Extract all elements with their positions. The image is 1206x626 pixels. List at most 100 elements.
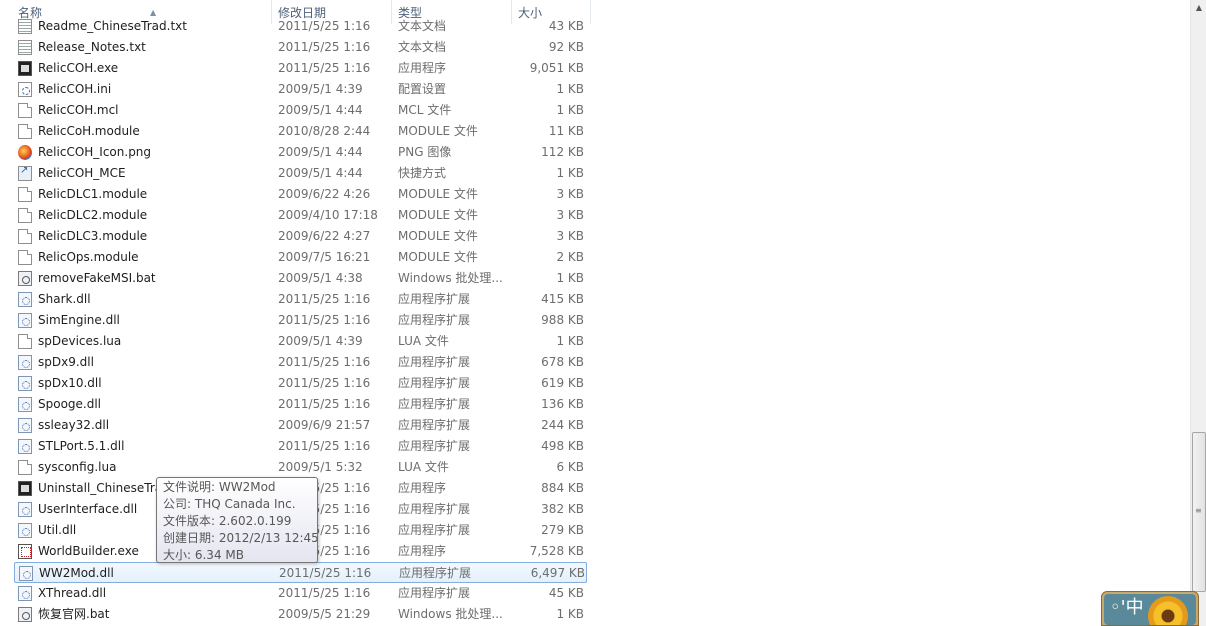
file-type: 应用程序扩展 (398, 397, 471, 411)
file-date: 2009/6/22 4:27 (278, 229, 371, 243)
exe-icon (18, 61, 32, 76)
file-date: 2011/5/25 1:16 (278, 19, 371, 33)
ime-mode-icon: ◦' (1110, 597, 1126, 618)
file-row[interactable]: STLPort.5.1.dll 2011/5/25 1:16 应用程序扩展 498 K… (14, 436, 587, 457)
file-row[interactable]: RelicCOH.mcl 2009/5/1 4:44 MCL 文件 1 KB (14, 100, 587, 121)
blank-file-icon (18, 124, 32, 139)
file-type: MODULE 文件 (398, 229, 478, 243)
file-size: 1 KB (556, 82, 584, 96)
file-row[interactable]: RelicOps.module 2009/7/5 16:21 MODULE 文件 2 … (14, 247, 587, 268)
file-size: 1 KB (556, 166, 584, 180)
dll-icon (18, 376, 32, 391)
file-type: 应用程序扩展 (398, 418, 471, 432)
file-date: 2009/7/5 16:21 (278, 250, 371, 264)
file-info-tooltip: 文件说明: WW2Mod 公司: THQ Canada Inc. 文件版本: 2… (156, 477, 319, 563)
dll-icon (18, 502, 32, 517)
batch-file-icon (18, 271, 32, 286)
file-date: 2011/5/25 1:16 (278, 61, 371, 75)
file-type: 应用程序 (398, 481, 447, 495)
file-date: 2011/5/25 1:16 (278, 313, 371, 327)
file-row[interactable]: 恢复官网.bat 2009/5/5 21:29 Windows 批处理... 1 KB (14, 604, 587, 625)
dll-icon (18, 292, 32, 307)
file-name: sysconfig.lua (38, 460, 117, 474)
file-date: 2011/5/25 1:16 (278, 586, 371, 600)
file-row[interactable]: sysconfig.lua 2009/5/1 5:32 LUA 文件 6 KB (14, 457, 587, 478)
shortcut-icon (18, 165, 32, 181)
file-size: 1 KB (556, 271, 584, 285)
file-row[interactable]: removeFakeMSI.bat 2009/5/1 4:38 Windows 批处… (14, 268, 587, 289)
file-row[interactable]: ssleay32.dll 2009/6/9 21:57 应用程序扩展 244 KB (14, 415, 587, 436)
file-type: LUA 文件 (398, 460, 449, 474)
file-row[interactable]: Readme_ChineseTrad.txt 2011/5/25 1:16 文本文档… (14, 16, 587, 37)
blank-file-icon (18, 250, 32, 265)
file-type: 文本文档 (398, 19, 447, 33)
file-size: 92 KB (548, 40, 584, 54)
file-name: spDevices.lua (38, 334, 122, 348)
file-size: 1 KB (556, 607, 584, 621)
file-date: 2009/5/5 21:29 (278, 607, 371, 621)
file-size: 3 KB (556, 229, 584, 243)
file-type: 应用程序扩展 (398, 586, 471, 600)
file-name: RelicCoH.module (38, 124, 140, 138)
file-date: 2011/5/25 1:16 (278, 397, 371, 411)
file-date: 2009/6/22 4:26 (278, 187, 371, 201)
file-row[interactable]: RelicCOH_Icon.png 2009/5/1 4:44 PNG 图像 112 … (14, 142, 587, 163)
blank-file-icon (18, 229, 32, 244)
tooltip-version: 文件版本: 2.602.0.199 (163, 514, 292, 528)
file-row[interactable]: RelicDLC2.module 2009/4/10 17:18 MODULE 文件… (14, 205, 587, 226)
file-row[interactable]: spDx10.dll 2011/5/25 1:16 应用程序扩展 619 KB (14, 373, 587, 394)
vertical-scrollbar[interactable]: ▲ ≡ (1190, 0, 1206, 626)
tooltip-created: 创建日期: 2012/2/13 12:45 (163, 531, 319, 545)
blank-file-icon (18, 460, 32, 475)
file-row[interactable]: WW2Mod.dll 2011/5/25 1:16 应用程序扩展 6,497 KB (14, 562, 587, 583)
file-size: 382 KB (541, 502, 584, 516)
file-type: PNG 图像 (398, 145, 452, 159)
file-name: spDx10.dll (38, 376, 102, 390)
dll-icon (18, 586, 32, 601)
file-size: 988 KB (541, 313, 584, 327)
file-row[interactable]: Release_Notes.txt 2011/5/25 1:16 文本文档 92 KB (14, 37, 587, 58)
scrollbar-grip-icon: ≡ (1195, 506, 1202, 515)
file-row[interactable]: Shark.dll 2011/5/25 1:16 应用程序扩展 415 KB (14, 289, 587, 310)
config-file-icon (18, 82, 32, 97)
file-row[interactable]: RelicCOH_MCE 2009/5/1 4:44 快捷方式 1 KB (14, 163, 587, 184)
file-date: 2009/5/1 4:44 (278, 145, 363, 159)
ime-language-bar[interactable]: ◦'中 (1101, 591, 1199, 626)
file-name: Release_Notes.txt (38, 40, 146, 54)
file-type: MODULE 文件 (398, 187, 478, 201)
file-row[interactable]: RelicCoH.module 2010/8/28 2:44 MODULE 文件 11… (14, 121, 587, 142)
file-name: RelicDLC2.module (38, 208, 148, 222)
file-size: 3 KB (556, 187, 584, 201)
file-size: 498 KB (541, 439, 584, 453)
file-name: removeFakeMSI.bat (38, 271, 156, 285)
blank-file-icon (18, 187, 32, 202)
file-name: Util.dll (38, 523, 77, 537)
file-date: 2009/6/9 21:57 (278, 418, 371, 432)
file-name: RelicOps.module (38, 250, 139, 264)
file-row[interactable]: RelicDLC3.module 2009/6/22 4:27 MODULE 文件 3… (14, 226, 587, 247)
file-row[interactable]: spDevices.lua 2009/5/1 4:39 LUA 文件 1 KB (14, 331, 587, 352)
file-size: 244 KB (541, 418, 584, 432)
file-date: 2011/5/25 1:16 (279, 566, 372, 580)
batch-file-icon (18, 607, 32, 622)
file-type: 快捷方式 (398, 166, 447, 180)
file-type: MODULE 文件 (398, 250, 478, 264)
file-date: 2009/5/1 4:38 (278, 271, 363, 285)
file-type: 应用程序 (398, 544, 447, 558)
ime-mode-label[interactable]: ◦'中 (1110, 598, 1144, 618)
file-row[interactable]: SimEngine.dll 2011/5/25 1:16 应用程序扩展 988 KB (14, 310, 587, 331)
file-size: 279 KB (541, 523, 584, 537)
file-date: 2010/8/28 2:44 (278, 124, 371, 138)
file-type: 应用程序扩展 (398, 313, 471, 327)
file-type: 应用程序扩展 (398, 292, 471, 306)
file-row[interactable]: Spooge.dll 2011/5/25 1:16 应用程序扩展 136 KB (14, 394, 587, 415)
file-type: Windows 批处理... (398, 607, 503, 621)
file-row[interactable]: XThread.dll 2011/5/25 1:16 应用程序扩展 45 KB (14, 583, 587, 604)
file-row[interactable]: spDx9.dll 2011/5/25 1:16 应用程序扩展 678 KB (14, 352, 587, 373)
file-row[interactable]: RelicCOH.ini 2009/5/1 4:39 配置设置 1 KB (14, 79, 587, 100)
file-row[interactable]: RelicCOH.exe 2011/5/25 1:16 应用程序 9,051 KB (14, 58, 587, 79)
scroll-up-arrow-icon[interactable]: ▲ (1191, 0, 1206, 16)
scrollbar-thumb[interactable]: ≡ (1192, 432, 1206, 592)
file-name: SimEngine.dll (38, 313, 120, 327)
file-row[interactable]: RelicDLC1.module 2009/6/22 4:26 MODULE 文件 3… (14, 184, 587, 205)
